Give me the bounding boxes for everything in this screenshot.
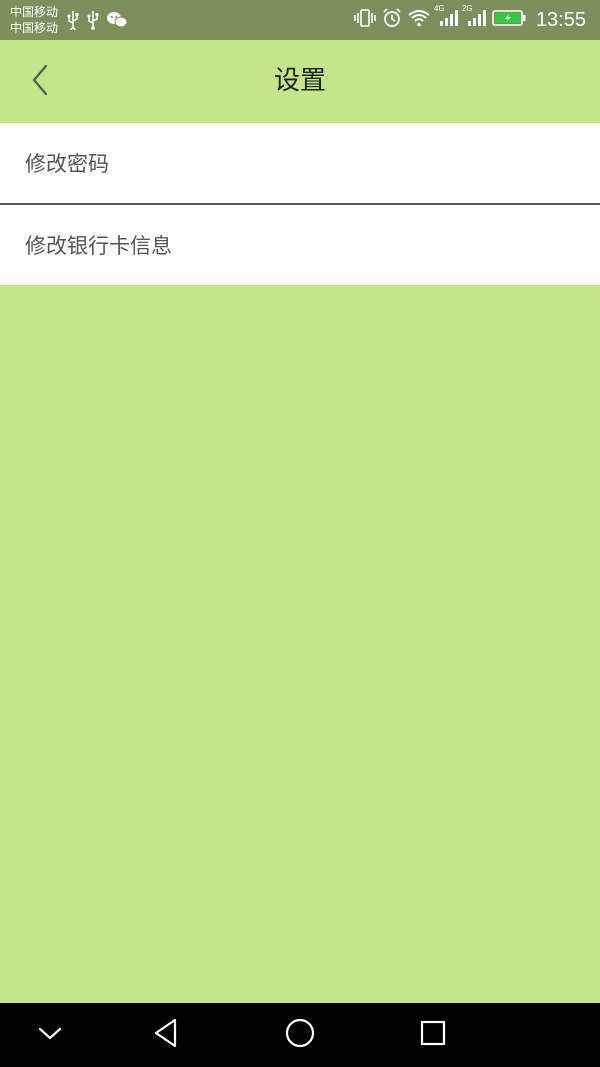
wechat-icon xyxy=(106,11,128,33)
change-password-label: 修改密码 xyxy=(25,152,109,176)
status-bar: 中国移动 中国移动 4G 2G 13:55 xyxy=(0,0,600,40)
notification-icons xyxy=(66,10,128,34)
alarm-icon xyxy=(382,8,402,32)
network-type-2: 2G xyxy=(461,4,473,13)
signal-icon: 2G xyxy=(462,4,486,32)
wifi-icon xyxy=(408,9,430,31)
chevron-down-icon xyxy=(36,1023,64,1047)
change-bank-card-item[interactable]: 修改银行卡信息 xyxy=(0,205,600,285)
change-bank-card-label: 修改银行卡信息 xyxy=(25,234,172,258)
change-password-item[interactable]: 修改密码 xyxy=(0,123,600,203)
hide-nav-button[interactable] xyxy=(30,1015,70,1055)
recents-square-icon xyxy=(419,1019,447,1051)
system-status: 4G 2G 13:55 xyxy=(354,4,586,32)
back-triangle-icon xyxy=(151,1017,181,1053)
settings-menu: 修改密码 修改银行卡信息 xyxy=(0,123,600,285)
carrier-info: 中国移动 中国移动 xyxy=(10,4,58,36)
header: 设置 xyxy=(0,40,600,123)
vibrate-icon xyxy=(354,8,376,32)
usb-icon xyxy=(86,10,100,34)
nav-recents-button[interactable] xyxy=(413,1015,453,1055)
carrier-1: 中国移动 xyxy=(10,5,59,19)
nav-home-button[interactable] xyxy=(280,1015,320,1055)
clock: 13:55 xyxy=(535,9,586,31)
nav-back-button[interactable] xyxy=(146,1015,186,1055)
network-type-1: 4G xyxy=(433,4,445,13)
signal-icon: 4G xyxy=(434,4,458,32)
usb-icon xyxy=(66,10,80,34)
battery-charging-icon xyxy=(492,9,526,31)
home-circle-icon xyxy=(284,1017,316,1053)
carrier-2: 中国移动 xyxy=(10,21,59,35)
navigation-bar xyxy=(0,1003,600,1067)
page-title: 设置 xyxy=(273,66,326,96)
